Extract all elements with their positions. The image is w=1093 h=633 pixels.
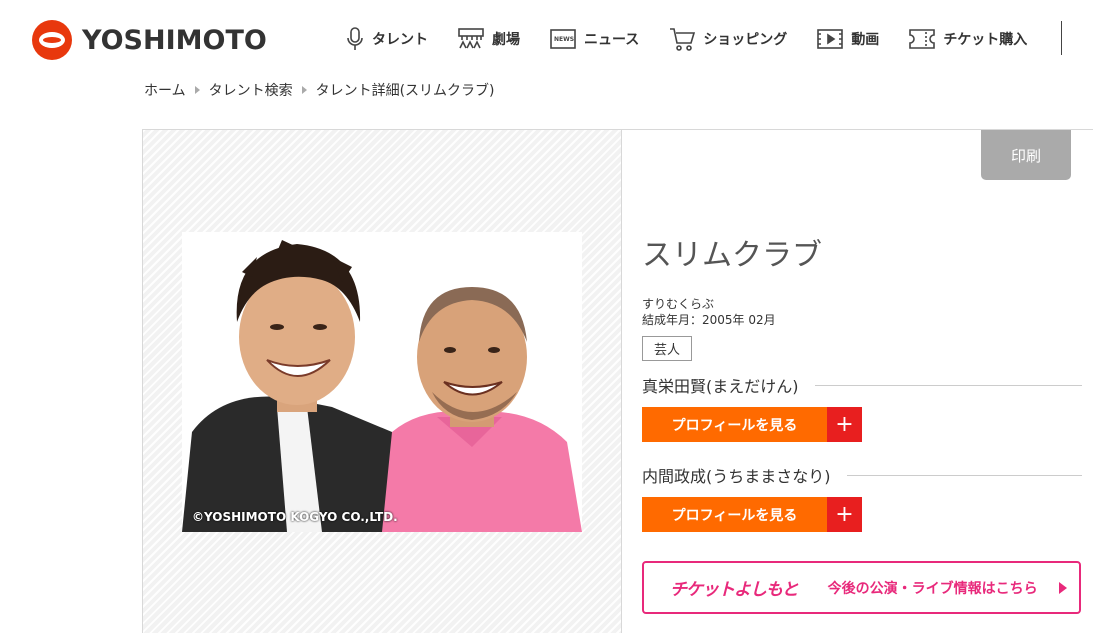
nav-divider: [1061, 21, 1062, 55]
breadcrumb-talent-search[interactable]: タレント検索: [209, 80, 293, 100]
ticket-banner-text: 今後の公演・ライブ情報はこちら: [827, 580, 1038, 597]
nav-shopping[interactable]: ショッピング: [669, 27, 787, 51]
breadcrumb-arrow-icon: [301, 86, 307, 94]
member-heading: 真栄田賢(まえだけん): [642, 373, 1082, 397]
logo-text: YOSHIMOTO: [82, 24, 267, 56]
yoshimoto-logo[interactable]: YOSHIMOTO: [32, 20, 267, 60]
breadcrumb-home[interactable]: ホーム: [144, 80, 186, 100]
nav-video[interactable]: 動画: [817, 29, 879, 49]
talent-kana: すりむくらぶ: [642, 297, 715, 311]
theater-icon: [458, 28, 484, 49]
member-name: 内間政成(うちままさなり): [642, 467, 831, 486]
talent-photo-image: [182, 232, 582, 532]
breadcrumb-arrow-icon: [194, 86, 200, 94]
video-icon: [817, 29, 844, 49]
plus-icon: +: [827, 407, 862, 442]
photo-credit: ©YOSHIMOTO KOGYO CO.,LTD.: [192, 510, 398, 524]
nav-news[interactable]: NEWS ニュース: [550, 29, 639, 49]
member-divider: [814, 384, 1082, 386]
formed-date: 結成年月：2005年 02月: [642, 313, 776, 327]
member-heading: 内間政成(うちままさなり): [642, 463, 1082, 487]
nav-ticket-label: チケット購入: [943, 32, 1028, 48]
main-nav: タレント 劇場 NEWS ニュース ショッピング 動画 チケット購入: [346, 26, 1057, 52]
nav-theater-label: 劇場: [492, 32, 520, 48]
nav-news-label: ニュース: [584, 32, 640, 48]
site-header: YOSHIMOTO タレント 劇場 NEWS ニュース ショッピング 動画 チケ…: [0, 0, 1093, 78]
microphone-icon: [347, 27, 363, 50]
nav-talent[interactable]: タレント: [346, 27, 428, 51]
ticket-icon: [909, 29, 936, 49]
nav-theater[interactable]: 劇場: [458, 28, 520, 50]
nav-video-label: 動画: [851, 32, 880, 48]
lips-logo-icon: [32, 20, 72, 60]
ticket-yoshimoto-logo: チケットよしもと: [670, 580, 799, 600]
view-profile-button[interactable]: プロフィールを見る +: [642, 407, 862, 442]
talent-name: スリムクラブ: [642, 238, 822, 273]
breadcrumb-current: タレント詳細(スリムクラブ): [315, 83, 495, 99]
breadcrumb: ホーム タレント検索 タレント詳細(スリムクラブ): [144, 80, 495, 100]
member-divider: [846, 474, 1082, 476]
nav-ticket[interactable]: チケット購入: [909, 29, 1027, 49]
category-tag: 芸人: [642, 336, 692, 361]
nav-shopping-label: ショッピング: [703, 32, 788, 48]
talent-photo: ©YOSHIMOTO KOGYO CO.,LTD.: [182, 232, 582, 532]
member-name: 真栄田賢(まえだけん): [642, 377, 799, 396]
view-profile-label: プロフィールを見る: [671, 417, 798, 434]
news-icon: NEWS: [550, 29, 576, 49]
view-profile-label: プロフィールを見る: [671, 507, 798, 524]
print-button[interactable]: 印刷: [981, 130, 1071, 180]
svg-text:NEWS: NEWS: [554, 36, 574, 43]
plus-icon: +: [827, 497, 862, 532]
nav-talent-label: タレント: [372, 32, 428, 48]
ticket-yoshimoto-banner[interactable]: チケットよしもと 今後の公演・ライブ情報はこちら: [642, 561, 1081, 614]
view-profile-button[interactable]: プロフィールを見る +: [642, 497, 862, 532]
arrow-right-icon: [1059, 582, 1067, 594]
cart-icon: [670, 28, 696, 51]
